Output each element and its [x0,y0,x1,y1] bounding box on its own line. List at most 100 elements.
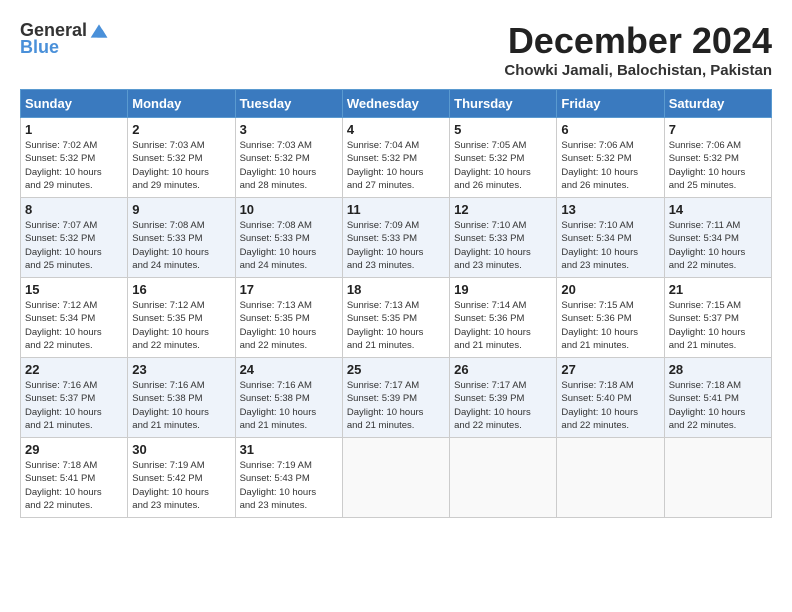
day-info: Sunrise: 7:09 AM Sunset: 5:33 PM Dayligh… [347,219,445,272]
calendar-cell: 17 Sunrise: 7:13 AM Sunset: 5:35 PM Dayl… [235,278,342,358]
day-number: 20 [561,282,659,297]
calendar-cell: 9 Sunrise: 7:08 AM Sunset: 5:33 PM Dayli… [128,198,235,278]
day-number: 28 [669,362,767,377]
day-info: Sunrise: 7:06 AM Sunset: 5:32 PM Dayligh… [561,139,659,192]
calendar-cell: 2 Sunrise: 7:03 AM Sunset: 5:32 PM Dayli… [128,118,235,198]
month-title: December 2024 [504,20,772,62]
calendar-week-row: 29 Sunrise: 7:18 AM Sunset: 5:41 PM Dayl… [21,438,772,518]
day-number: 8 [25,202,123,217]
calendar-header-row: SundayMondayTuesdayWednesdayThursdayFrid… [21,90,772,118]
day-info: Sunrise: 7:10 AM Sunset: 5:34 PM Dayligh… [561,219,659,272]
calendar-table: SundayMondayTuesdayWednesdayThursdayFrid… [20,89,772,518]
day-number: 9 [132,202,230,217]
calendar-cell: 25 Sunrise: 7:17 AM Sunset: 5:39 PM Dayl… [342,358,449,438]
calendar-week-row: 1 Sunrise: 7:02 AM Sunset: 5:32 PM Dayli… [21,118,772,198]
calendar-cell: 26 Sunrise: 7:17 AM Sunset: 5:39 PM Dayl… [450,358,557,438]
day-number: 29 [25,442,123,457]
location-subtitle: Chowki Jamali, Balochistan, Pakistan [504,62,772,79]
calendar-cell [342,438,449,518]
day-info: Sunrise: 7:03 AM Sunset: 5:32 PM Dayligh… [240,139,338,192]
day-number: 11 [347,202,445,217]
day-info: Sunrise: 7:12 AM Sunset: 5:34 PM Dayligh… [25,299,123,352]
day-number: 17 [240,282,338,297]
day-number: 30 [132,442,230,457]
day-number: 13 [561,202,659,217]
day-number: 25 [347,362,445,377]
day-number: 23 [132,362,230,377]
calendar-cell: 29 Sunrise: 7:18 AM Sunset: 5:41 PM Dayl… [21,438,128,518]
calendar-cell: 19 Sunrise: 7:14 AM Sunset: 5:36 PM Dayl… [450,278,557,358]
day-info: Sunrise: 7:18 AM Sunset: 5:41 PM Dayligh… [669,379,767,432]
calendar-cell: 20 Sunrise: 7:15 AM Sunset: 5:36 PM Dayl… [557,278,664,358]
calendar-week-row: 8 Sunrise: 7:07 AM Sunset: 5:32 PM Dayli… [21,198,772,278]
calendar-cell: 4 Sunrise: 7:04 AM Sunset: 5:32 PM Dayli… [342,118,449,198]
day-number: 4 [347,122,445,137]
day-info: Sunrise: 7:11 AM Sunset: 5:34 PM Dayligh… [669,219,767,272]
calendar-header-thursday: Thursday [450,90,557,118]
calendar-header-tuesday: Tuesday [235,90,342,118]
day-info: Sunrise: 7:04 AM Sunset: 5:32 PM Dayligh… [347,139,445,192]
day-number: 7 [669,122,767,137]
day-info: Sunrise: 7:19 AM Sunset: 5:43 PM Dayligh… [240,459,338,512]
calendar-cell: 11 Sunrise: 7:09 AM Sunset: 5:33 PM Dayl… [342,198,449,278]
calendar-week-row: 22 Sunrise: 7:16 AM Sunset: 5:37 PM Dayl… [21,358,772,438]
calendar-cell [450,438,557,518]
day-info: Sunrise: 7:08 AM Sunset: 5:33 PM Dayligh… [240,219,338,272]
calendar-cell: 7 Sunrise: 7:06 AM Sunset: 5:32 PM Dayli… [664,118,771,198]
day-number: 10 [240,202,338,217]
day-info: Sunrise: 7:12 AM Sunset: 5:35 PM Dayligh… [132,299,230,352]
day-info: Sunrise: 7:03 AM Sunset: 5:32 PM Dayligh… [132,139,230,192]
day-info: Sunrise: 7:10 AM Sunset: 5:33 PM Dayligh… [454,219,552,272]
day-number: 2 [132,122,230,137]
calendar-cell: 13 Sunrise: 7:10 AM Sunset: 5:34 PM Dayl… [557,198,664,278]
calendar-cell: 15 Sunrise: 7:12 AM Sunset: 5:34 PM Dayl… [21,278,128,358]
logo-icon [89,21,109,41]
calendar-header-friday: Friday [557,90,664,118]
day-number: 27 [561,362,659,377]
day-info: Sunrise: 7:16 AM Sunset: 5:37 PM Dayligh… [25,379,123,432]
calendar-cell: 10 Sunrise: 7:08 AM Sunset: 5:33 PM Dayl… [235,198,342,278]
calendar-cell: 30 Sunrise: 7:19 AM Sunset: 5:42 PM Dayl… [128,438,235,518]
calendar-cell: 27 Sunrise: 7:18 AM Sunset: 5:40 PM Dayl… [557,358,664,438]
day-info: Sunrise: 7:05 AM Sunset: 5:32 PM Dayligh… [454,139,552,192]
calendar-cell [664,438,771,518]
day-number: 5 [454,122,552,137]
day-info: Sunrise: 7:13 AM Sunset: 5:35 PM Dayligh… [347,299,445,352]
day-number: 22 [25,362,123,377]
logo-blue: Blue [20,37,59,58]
day-number: 6 [561,122,659,137]
calendar-cell: 24 Sunrise: 7:16 AM Sunset: 5:38 PM Dayl… [235,358,342,438]
calendar-body: 1 Sunrise: 7:02 AM Sunset: 5:32 PM Dayli… [21,118,772,518]
day-number: 24 [240,362,338,377]
day-number: 15 [25,282,123,297]
calendar-cell: 16 Sunrise: 7:12 AM Sunset: 5:35 PM Dayl… [128,278,235,358]
day-info: Sunrise: 7:07 AM Sunset: 5:32 PM Dayligh… [25,219,123,272]
day-info: Sunrise: 7:17 AM Sunset: 5:39 PM Dayligh… [347,379,445,432]
calendar-cell: 21 Sunrise: 7:15 AM Sunset: 5:37 PM Dayl… [664,278,771,358]
calendar-cell: 22 Sunrise: 7:16 AM Sunset: 5:37 PM Dayl… [21,358,128,438]
day-info: Sunrise: 7:18 AM Sunset: 5:41 PM Dayligh… [25,459,123,512]
page-header: General Blue December 2024 Chowki Jamali… [20,20,772,79]
day-number: 3 [240,122,338,137]
calendar-cell: 5 Sunrise: 7:05 AM Sunset: 5:32 PM Dayli… [450,118,557,198]
day-info: Sunrise: 7:15 AM Sunset: 5:37 PM Dayligh… [669,299,767,352]
day-info: Sunrise: 7:14 AM Sunset: 5:36 PM Dayligh… [454,299,552,352]
day-info: Sunrise: 7:19 AM Sunset: 5:42 PM Dayligh… [132,459,230,512]
calendar-cell [557,438,664,518]
logo: General Blue [20,20,109,58]
calendar-cell: 23 Sunrise: 7:16 AM Sunset: 5:38 PM Dayl… [128,358,235,438]
day-info: Sunrise: 7:02 AM Sunset: 5:32 PM Dayligh… [25,139,123,192]
day-number: 18 [347,282,445,297]
calendar-cell: 6 Sunrise: 7:06 AM Sunset: 5:32 PM Dayli… [557,118,664,198]
day-info: Sunrise: 7:06 AM Sunset: 5:32 PM Dayligh… [669,139,767,192]
calendar-header-sunday: Sunday [21,90,128,118]
day-info: Sunrise: 7:13 AM Sunset: 5:35 PM Dayligh… [240,299,338,352]
day-number: 16 [132,282,230,297]
calendar-cell: 18 Sunrise: 7:13 AM Sunset: 5:35 PM Dayl… [342,278,449,358]
calendar-cell: 28 Sunrise: 7:18 AM Sunset: 5:41 PM Dayl… [664,358,771,438]
day-number: 19 [454,282,552,297]
day-number: 12 [454,202,552,217]
day-info: Sunrise: 7:16 AM Sunset: 5:38 PM Dayligh… [132,379,230,432]
title-section: December 2024 Chowki Jamali, Balochistan… [504,20,772,79]
calendar-cell: 1 Sunrise: 7:02 AM Sunset: 5:32 PM Dayli… [21,118,128,198]
